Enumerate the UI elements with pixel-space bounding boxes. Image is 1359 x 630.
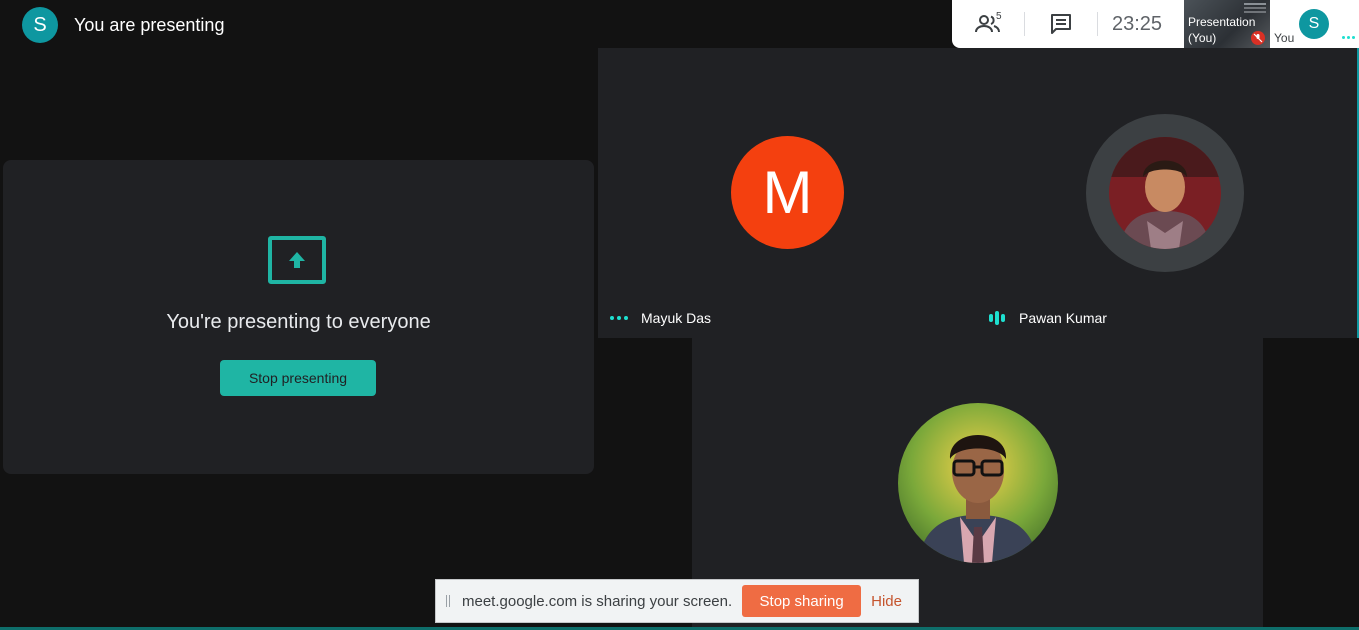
participant-name: Pawan Kumar [1019,310,1107,326]
more-dots-icon [610,316,628,320]
presentation-thumbnail[interactable]: Presentation (You) [1184,0,1270,48]
page-title: You are presenting [74,14,225,35]
presenting-panel: You're presenting to everyone Stop prese… [3,160,594,474]
participant-tile[interactable]: M Mayuk Das [598,48,978,338]
participant-grid: M Mayuk Das Pawan Kumar [598,48,1359,338]
meeting-toolbar: 5 23:25 [952,0,1184,48]
participant-name-row: Mayuk Das [610,310,711,326]
speaking-bars-icon [989,311,1005,325]
presenting-message: You're presenting to everyone [166,311,431,333]
presenting-header: S You are presenting [22,7,224,43]
self-video-tile[interactable]: S You [1270,0,1359,48]
mic-off-icon [1251,31,1265,45]
share-message: meet.google.com is sharing your screen. [462,592,733,610]
participant-name: Mayuk Das [641,310,712,326]
self-label: You [1274,31,1295,45]
avatar[interactable]: S [22,7,58,43]
chat-icon [1051,14,1071,34]
self-view-strip: Presentation (You) S You [1184,0,1359,48]
screen-share-notification: meet.google.com is sharing your screen. … [435,579,919,623]
avatar [1109,137,1221,249]
stop-presenting-button[interactable]: Stop presenting [220,360,376,396]
participant-count-badge: 5 [996,11,1002,22]
people-button[interactable]: 5 [952,0,1024,48]
toolbar-divider [1097,12,1098,36]
present-screen-icon [268,236,326,284]
more-dots-icon[interactable] [1342,36,1355,39]
avatar: S [1299,9,1329,39]
avatar: M [731,136,844,249]
meeting-clock: 23:25 [1112,12,1163,35]
hide-link[interactable]: Hide [871,593,902,610]
speaking-ring [1086,114,1244,272]
avatar [898,403,1058,563]
participant-name-row: Pawan Kumar [989,310,1107,326]
drag-handle-icon[interactable] [446,595,450,607]
stop-sharing-button[interactable]: Stop sharing [742,585,862,617]
participant-tile[interactable]: Pawan Kumar [977,48,1357,338]
chat-button[interactable] [1025,0,1097,48]
